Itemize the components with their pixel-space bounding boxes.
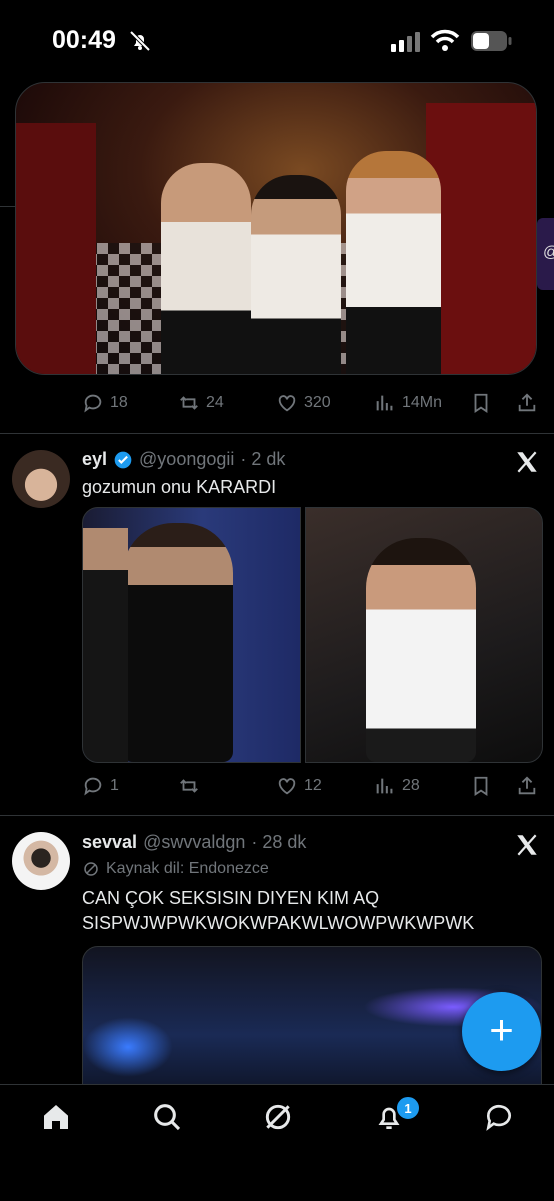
avatar[interactable] [12,832,70,890]
views-icon [376,778,393,794]
bookmark-icon [474,776,488,796]
nav-search[interactable] [151,1101,183,1138]
side-peek-card: @ [537,218,554,290]
nav-messages[interactable] [483,1101,515,1138]
action-bar: 18 24 320 14Mn [0,388,554,418]
nav-notifications[interactable]: 1 [373,1095,421,1138]
view-count: 28 [402,777,420,794]
search-icon [154,1104,181,1131]
side-peek-label: @ [543,244,554,262]
post-header: eyl @yoongogii · 2 dk [82,449,285,470]
like-button[interactable]: 12 [276,775,322,797]
stage-light [83,1017,173,1077]
divider [0,206,15,207]
red-wall-left [16,123,96,374]
author-handle[interactable]: @yoongogii [139,449,234,470]
x-logo-icon [517,834,537,856]
bottom-nav: 1 [0,1084,554,1201]
like-count: 320 [304,394,331,411]
reply-button[interactable]: 1 [82,775,119,797]
avatar[interactable] [12,450,70,508]
post-text-line: SISPWJWPWKWOKWPAKWLWOWPWKWPWK [82,913,475,933]
like-count: 12 [304,777,322,794]
views-button[interactable]: 28 [374,775,420,797]
reply-count: 18 [110,394,128,411]
bookmark-button[interactable] [470,392,492,414]
bookmark-icon [474,393,488,413]
views-icon [376,395,393,411]
heart-icon [278,778,296,795]
translation-label: Kaynak dil: Endonezce [106,860,269,877]
person-figure [366,538,476,762]
repost-icon [180,779,198,793]
cellular-signal-icon [391,32,420,52]
translation-note[interactable]: Kaynak dil: Endonezce [82,860,269,878]
person-figure [346,151,441,374]
reply-count: 1 [110,777,119,794]
repost-count: 24 [206,394,224,411]
divider [0,433,554,434]
post-header: sevval @swvvaldgn · 28 dk [82,832,306,853]
repost-icon [180,396,198,410]
red-wall-right [426,103,536,374]
share-button[interactable] [516,392,538,414]
x-logo-icon [517,451,537,473]
author-name[interactable]: eyl [82,449,107,470]
post-image[interactable] [82,507,301,763]
post-image[interactable] [305,507,543,763]
notification-count: 1 [404,1100,412,1116]
messages-icon [486,1104,511,1131]
nav-home[interactable] [40,1101,72,1138]
post-time: · 28 dk [251,832,307,852]
bookmark-button[interactable] [470,775,492,797]
status-time: 00:49 [52,26,116,54]
battery-icon [471,31,512,51]
author-handle[interactable]: @swvvaldgn [143,832,245,853]
repost-button[interactable] [178,775,206,797]
divider [0,815,554,816]
nav-grok[interactable] [262,1101,294,1138]
author-name[interactable]: sevval [82,832,137,853]
reply-button[interactable]: 18 [82,392,128,414]
compose-label: + [489,1005,514,1053]
share-icon [518,393,536,412]
post-text: gozumun onu KARARDI [82,477,277,497]
post-time: · 2 dk [240,449,286,469]
heart-icon [278,395,296,412]
video-thumbnail[interactable] [15,82,537,375]
view-count: 14Mn [402,394,443,411]
notification-badge: 1 [395,1095,421,1121]
home-icon [44,1105,68,1129]
like-button[interactable]: 320 [276,392,331,414]
reply-icon [84,394,102,413]
reply-icon [84,777,102,796]
share-icon [518,776,536,795]
verified-badge-icon [114,451,132,468]
translate-icon [84,862,98,876]
person-figure [123,523,233,762]
wifi-icon [430,29,460,51]
compose-fab[interactable]: + [462,992,541,1071]
repost-button[interactable]: 24 [178,392,224,414]
share-button[interactable] [516,775,538,797]
silent-bell-icon [129,30,151,52]
person-figure [251,175,341,374]
views-button[interactable]: 14Mn [374,392,442,414]
post-text-line: CAN ÇOK SEKSISIN DIYEN KIM AQ [82,888,380,908]
person-figure [161,163,251,374]
person-figure [83,528,128,762]
action-bar: 1 12 28 [0,771,554,801]
grok-icon [265,1104,291,1130]
